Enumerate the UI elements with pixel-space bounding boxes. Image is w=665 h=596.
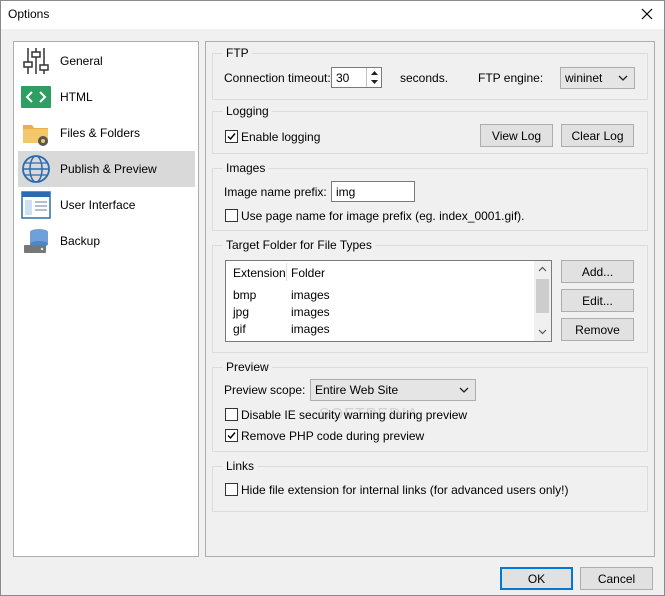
sidebar-item-label: General	[60, 54, 103, 68]
use-page-name-checkbox[interactable]	[225, 209, 238, 222]
edit-file-type-button[interactable]: Edit...	[561, 289, 634, 312]
image-prefix-value: img	[336, 184, 356, 199]
window-title: Options	[8, 7, 50, 21]
list-scrollbar[interactable]	[534, 261, 551, 341]
scroll-down-icon[interactable]	[538, 329, 547, 335]
cancel-button[interactable]: Cancel	[580, 567, 653, 590]
sidebar-item-general[interactable]: General	[18, 43, 195, 79]
view-log-button[interactable]: View Log	[480, 124, 553, 147]
spin-down-icon[interactable]	[367, 78, 381, 88]
chevron-down-icon	[618, 75, 628, 81]
publish-preview-panel: FTP Connection timeout: 30 seconds. FTP …	[205, 41, 655, 557]
scrollbar-thumb[interactable]	[536, 279, 549, 313]
hide-file-extension-label: Hide file extension for internal links (…	[241, 483, 569, 497]
cell-folder: images	[291, 322, 330, 336]
connection-timeout-spinner[interactable]: 30	[331, 67, 382, 88]
cell-folder: images	[291, 288, 330, 302]
cell-extension: jpg	[233, 305, 250, 319]
enable-logging-label: Enable logging	[241, 130, 321, 144]
remove-file-type-button[interactable]: Remove	[561, 318, 634, 341]
database-icon	[20, 225, 52, 257]
globe-icon	[20, 153, 52, 185]
scroll-up-icon[interactable]	[538, 266, 547, 272]
sidebar-item-label: Backup	[60, 234, 101, 248]
ftp-engine-value: wininet	[565, 71, 603, 85]
cell-extension: bmp	[233, 288, 257, 302]
preview-group-title: Preview	[223, 360, 272, 374]
image-prefix-label: Image name prefix:	[224, 185, 327, 199]
sidebar-item-publish-preview[interactable]: Publish & Preview	[18, 151, 195, 187]
chevron-down-icon	[459, 387, 469, 393]
image-prefix-input[interactable]: img	[331, 181, 415, 202]
table-row[interactable]: gif images	[226, 321, 534, 338]
table-row[interactable]: jpg images	[226, 304, 534, 321]
preview-scope-label: Preview scope:	[224, 383, 306, 397]
title-bar: Options	[1, 1, 664, 29]
sidebar-item-html[interactable]: HTML	[18, 79, 195, 115]
clear-log-button[interactable]: Clear Log	[561, 124, 634, 147]
ftp-engine-label: FTP engine:	[478, 71, 544, 85]
column-divider	[286, 263, 287, 281]
disable-ie-warning-checkbox[interactable]	[225, 408, 238, 421]
category-sidebar: General HTML Files & Folders Publish & P…	[13, 41, 199, 557]
preview-scope-select[interactable]: Entire Web Site	[310, 379, 476, 401]
use-page-name-label: Use page name for image prefix (eg. inde…	[241, 209, 525, 223]
spin-buttons[interactable]	[366, 68, 381, 87]
code-icon	[20, 81, 52, 113]
folder-gear-icon	[20, 117, 52, 149]
column-header-extension[interactable]: Extension	[233, 266, 286, 280]
logging-group-title: Logging	[223, 104, 272, 118]
options-dialog: Options General HTML Files & Folders Pub…	[0, 0, 665, 596]
sidebar-item-files-folders[interactable]: Files & Folders	[18, 115, 195, 151]
links-group-title: Links	[223, 459, 258, 473]
sidebar-item-label: Files & Folders	[60, 126, 141, 140]
hide-file-extension-checkbox[interactable]	[225, 483, 238, 496]
window-icon	[20, 189, 52, 221]
add-file-type-button[interactable]: Add...	[561, 260, 634, 283]
sidebar-item-backup[interactable]: Backup	[18, 223, 195, 259]
sliders-icon	[20, 45, 52, 77]
sidebar-item-label: Publish & Preview	[60, 162, 157, 176]
connection-timeout-value: 30	[336, 70, 350, 85]
sidebar-item-label: HTML	[60, 90, 93, 104]
file-types-list[interactable]: Extension Folder bmp images jpg images g…	[225, 260, 552, 342]
table-row[interactable]: bmp images	[226, 287, 534, 304]
checkmark-icon	[227, 133, 236, 141]
watermark: SOFTPEDIA	[319, 406, 419, 423]
images-group-title: Images	[223, 161, 269, 175]
spin-up-icon[interactable]	[367, 68, 381, 78]
sidebar-item-label: User Interface	[60, 198, 136, 212]
column-header-folder[interactable]: Folder	[291, 266, 325, 280]
cell-folder: images	[291, 305, 330, 319]
seconds-label: seconds.	[400, 71, 449, 85]
list-header: Extension Folder	[226, 261, 534, 283]
enable-logging-checkbox[interactable]	[225, 130, 238, 143]
remove-php-checkbox[interactable]	[225, 429, 238, 442]
preview-scope-value: Entire Web Site	[315, 383, 399, 397]
cell-extension: gif	[233, 322, 246, 336]
connection-timeout-label: Connection timeout:	[224, 71, 331, 85]
close-icon[interactable]	[640, 7, 654, 21]
ftp-group-title: FTP	[223, 46, 252, 60]
ok-button[interactable]: OK	[500, 567, 573, 590]
remove-php-label: Remove PHP code during preview	[241, 429, 425, 443]
ftp-engine-select[interactable]: wininet	[560, 67, 635, 89]
checkmark-icon	[227, 432, 236, 440]
target-folder-group-title: Target Folder for File Types	[223, 238, 375, 252]
sidebar-item-user-interface[interactable]: User Interface	[18, 187, 195, 223]
